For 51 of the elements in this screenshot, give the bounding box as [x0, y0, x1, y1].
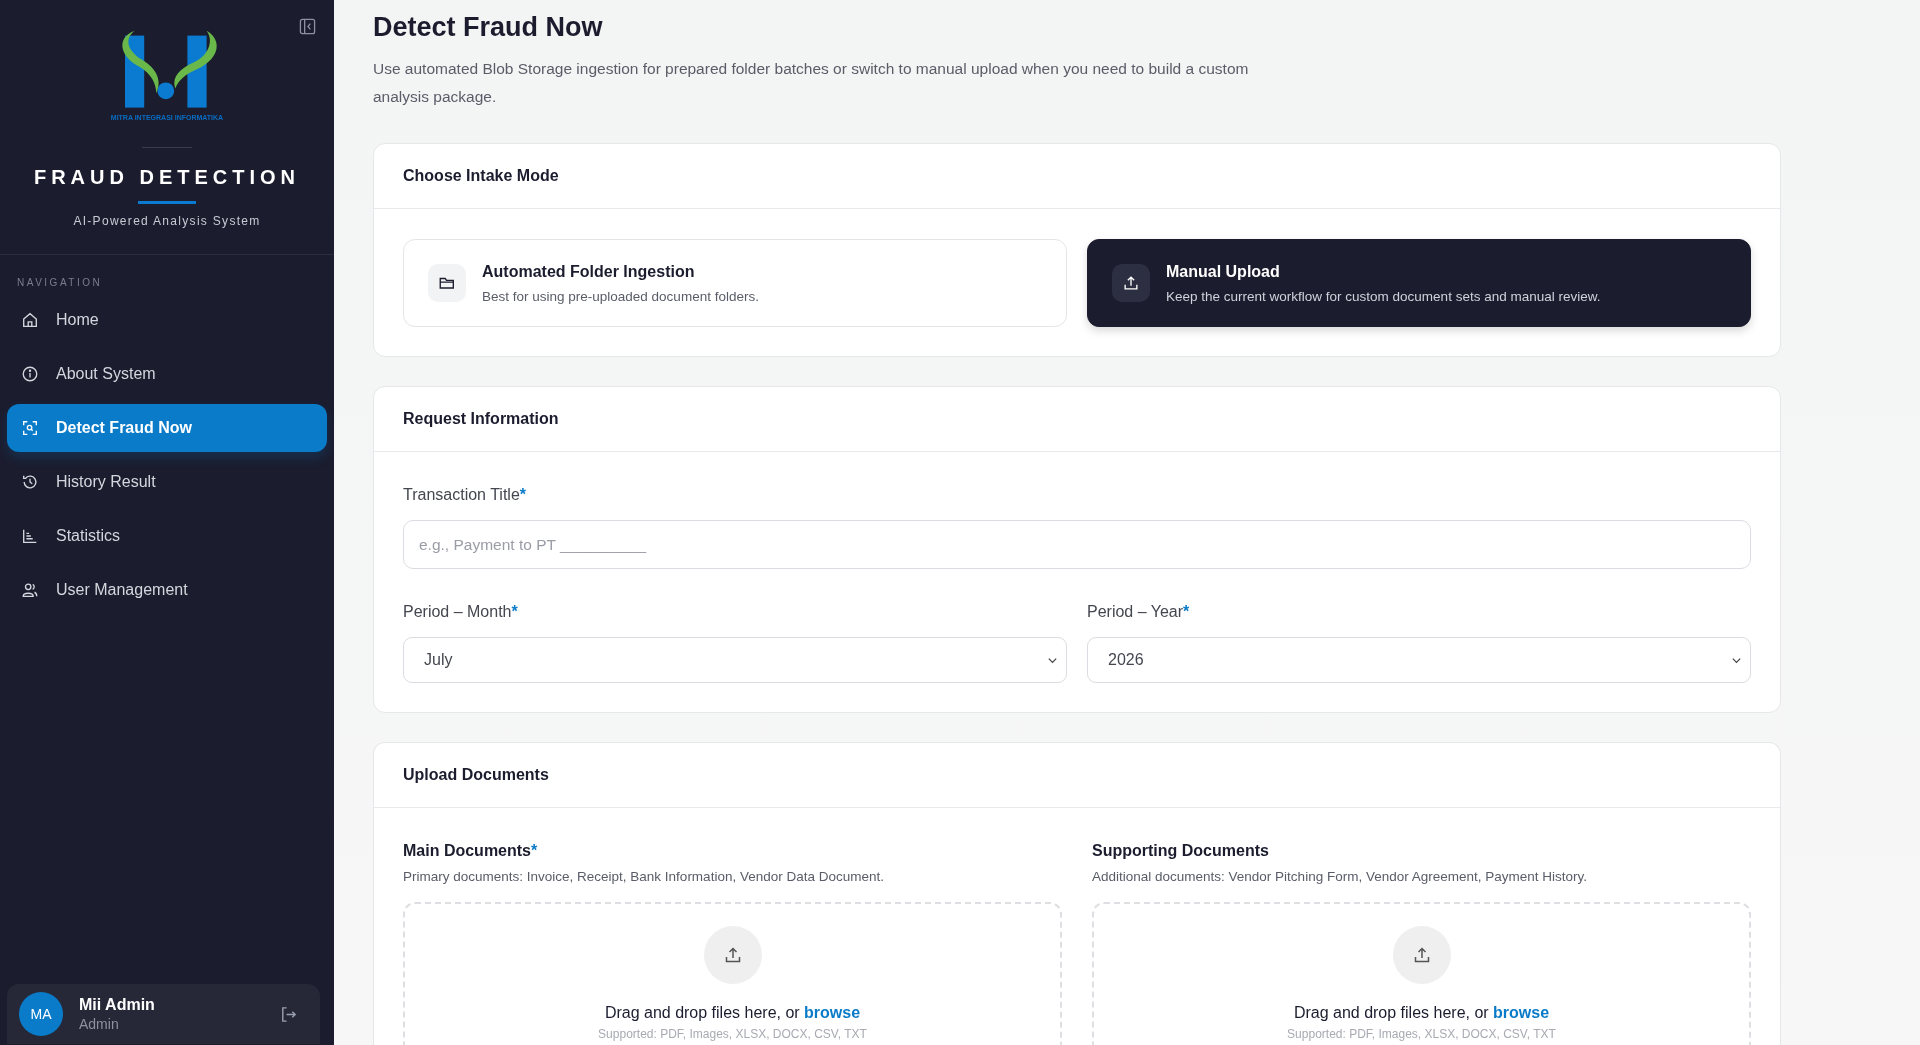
month-select[interactable]: July [403, 637, 1067, 683]
upload-title: Supporting Documents [1092, 842, 1270, 860]
field-label: Period – Month* [403, 602, 519, 621]
user-name: Mii Admin [79, 996, 156, 1014]
section-heading: Request Information [374, 387, 1780, 452]
drop-zone[interactable]: Drag and drop files here, or browse Supported: PDF, Images, XLSX, DOCX, CSV, TXT [1092, 902, 1751, 1045]
section-heading: Upload Documents [374, 743, 1780, 808]
upload-description: Primary documents: Invoice, Receipt, Bank Information, Vendor Data Document. [403, 869, 885, 884]
info-icon [21, 365, 39, 383]
browse-link[interactable]: browse [804, 1004, 861, 1021]
page-description: Use automated Blob Storage ingestion for prepared folder batches or switch to manual upload when you need to build a custom analysis package. [373, 59, 1250, 107]
upload-icon [1112, 264, 1150, 302]
field-label: Transaction Title* [403, 485, 528, 504]
scan-icon [21, 419, 39, 437]
folder-icon [428, 264, 466, 302]
users-icon [21, 581, 39, 599]
nav-heading: NAVIGATION [16, 276, 104, 290]
required-mark: * [531, 842, 538, 859]
history-icon [21, 473, 39, 491]
supported-formats: Supported: PDF, Images, XLSX, DOCX, CSV, TXT [598, 1027, 867, 1041]
intake-option[interactable]: Automated Folder Ingestion Best for using pre-uploaded document folders. [403, 239, 1067, 327]
required-mark: * [519, 486, 527, 503]
supported-formats: Supported: PDF, Images, XLSX, DOCX, CSV, TXT [1287, 1027, 1556, 1041]
required-mark: * [1183, 603, 1190, 620]
drop-zone[interactable]: Drag and drop files here, or browse Supported: PDF, Images, XLSX, DOCX, CSV, TXT [403, 902, 1062, 1045]
page-title: Detect Fraud Now [373, 12, 604, 43]
nav-item[interactable]: User Management [7, 566, 327, 614]
drop-prompt: Drag and drop files here, or browse [604, 1004, 861, 1022]
field-label: Period – Year* [1087, 602, 1191, 621]
required-mark: * [511, 603, 518, 620]
upload-description: Additional documents: Vendor Pitching Form, Vendor Agreement, Payment History. [1092, 869, 1588, 884]
upload-title: Main Documents* [403, 842, 539, 860]
app-subtitle: AI-Powered Analysis System [73, 214, 261, 228]
section-heading: Choose Intake Mode [374, 144, 1780, 209]
drop-prompt: Drag and drop files here, or browse [1293, 1004, 1550, 1022]
nav-item[interactable]: Home [7, 296, 327, 344]
year-select[interactable]: 2026 [1087, 637, 1751, 683]
chart-icon [21, 527, 39, 545]
nav-item[interactable]: About System [7, 350, 327, 398]
user-role: Admin [79, 1016, 120, 1032]
intake-option[interactable]: Manual Upload Keep the current workflow for custom document sets and manual review. [1087, 239, 1751, 327]
nav-item[interactable]: History Result [7, 458, 327, 506]
transaction-title-field[interactable]: e.g., Payment to PT __________ [403, 520, 1751, 569]
collapse-sidebar-icon[interactable] [299, 18, 316, 35]
app-title: FRAUD DETECTION [33, 166, 301, 189]
user-avatar: MA [19, 992, 63, 1036]
browse-link[interactable]: browse [1493, 1004, 1550, 1021]
nav-item[interactable]: Statistics [7, 512, 327, 560]
nav-item[interactable]: Detect Fraud Now [7, 404, 327, 452]
logout-icon[interactable] [279, 1004, 298, 1024]
home-icon [21, 311, 39, 329]
